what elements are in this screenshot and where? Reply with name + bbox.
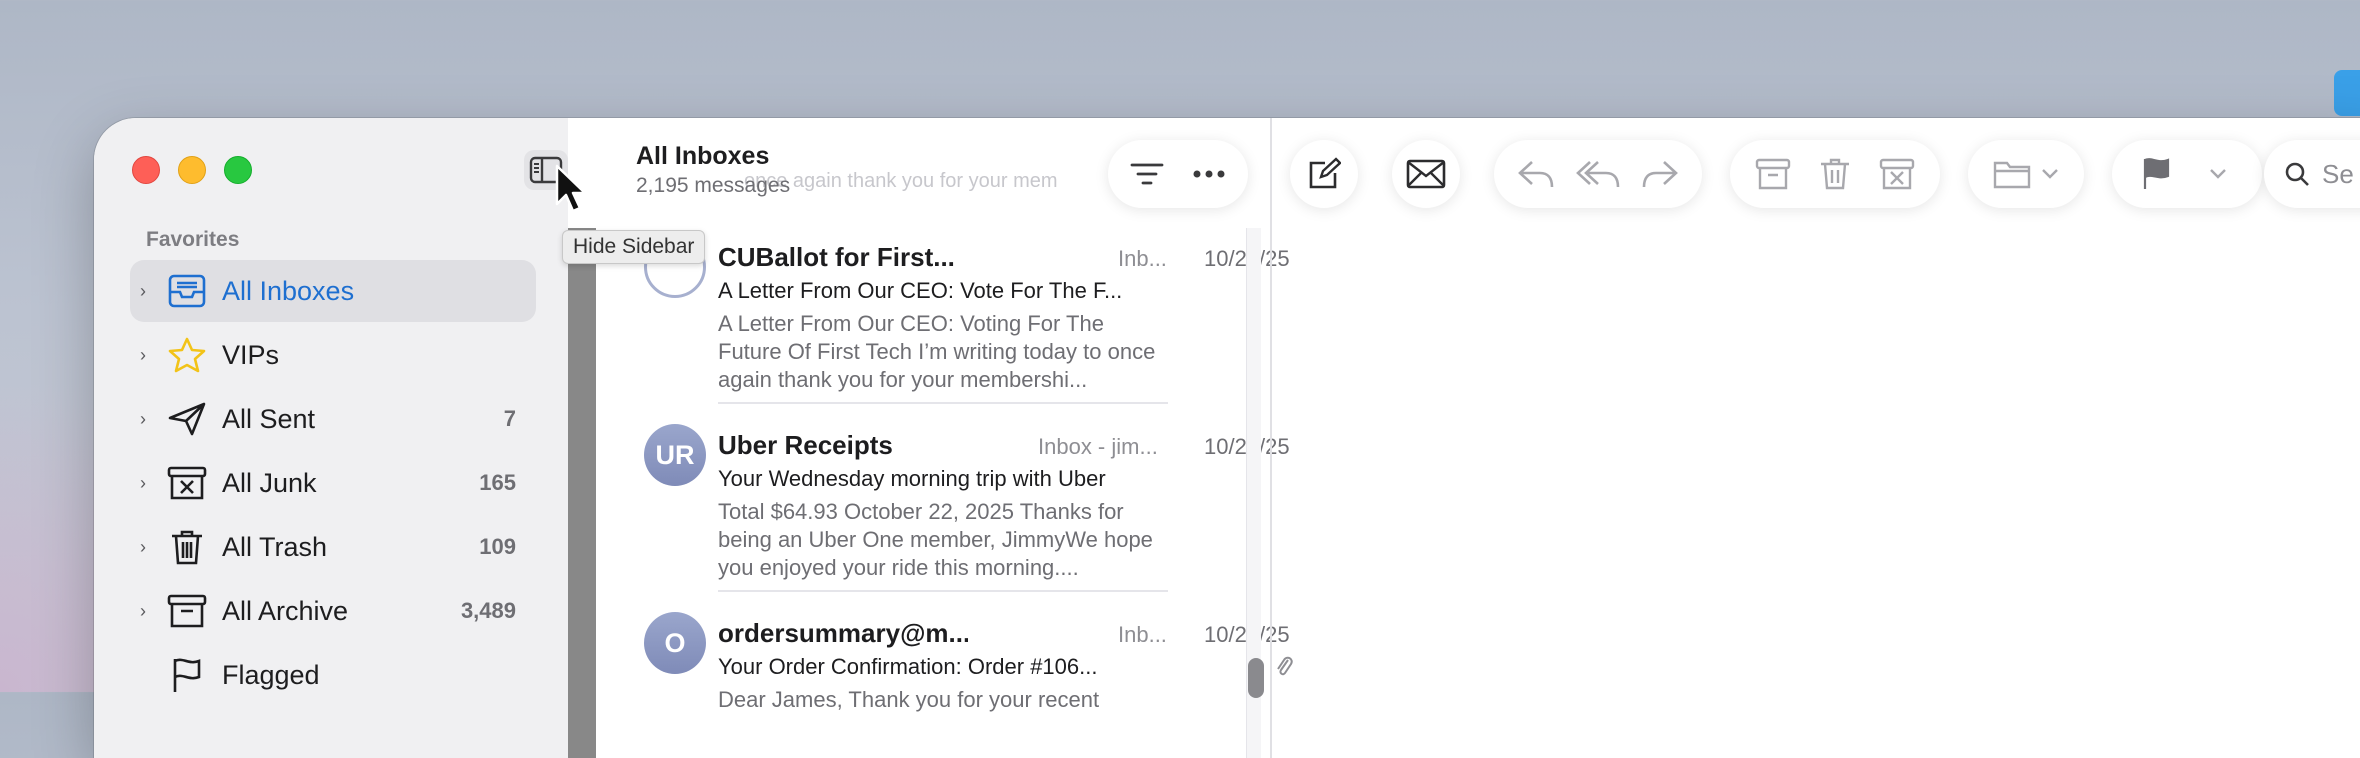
search-field[interactable]: Se (2264, 140, 2360, 208)
search-placeholder: Se (2322, 158, 2354, 189)
archive-button[interactable] (1742, 143, 1804, 205)
sent-count: 7 (503, 406, 516, 431)
message-separator (718, 590, 1168, 592)
tray-icon (164, 271, 210, 311)
delete-button[interactable] (1804, 143, 1866, 205)
flag-options-button[interactable] (2187, 143, 2249, 205)
message-list-scroll-thumb[interactable] (1248, 658, 1264, 698)
star-icon (164, 335, 210, 375)
folder-icon (1993, 161, 2031, 189)
message-sender: ordersummary@m... (718, 618, 968, 648)
trash-icon (1821, 158, 1849, 190)
message-separator (718, 402, 1168, 404)
search-icon (2285, 162, 2309, 186)
message-preview: Total $64.93 October 22, 2025 Thanks for… (718, 499, 1153, 580)
junk-icon (164, 463, 210, 503)
chevron-right-icon[interactable]: › (140, 409, 158, 430)
delete-toolbar-group (1730, 140, 1940, 208)
filter-button[interactable] (1116, 143, 1178, 205)
chevron-right-icon[interactable]: › (140, 537, 158, 558)
message-subject: A Letter From Our CEO: Vote For The F... (718, 278, 1123, 303)
chevron-down-icon (2042, 169, 2058, 179)
flag-toolbar-group (2112, 140, 2262, 208)
archive-icon (1755, 158, 1791, 190)
attachment-icon (1274, 652, 1294, 685)
message-sender: CUBallot for First... (718, 242, 955, 272)
list-toolbar (1108, 140, 1248, 208)
junk-icon (1879, 158, 1915, 190)
avatar: O (644, 612, 706, 674)
move-to-mailbox-button[interactable] (1968, 140, 2084, 208)
list-title: All Inboxes (636, 142, 770, 170)
avatar: UR (644, 424, 706, 486)
sidebar: Favorites › All Inboxes › VIPs › All Sen… (94, 118, 568, 758)
sidebar-item-label: All Trash (222, 531, 328, 562)
zoom-window-button[interactable] (224, 156, 252, 184)
chevron-right-icon[interactable]: › (140, 281, 158, 302)
reply-all-icon (1576, 161, 1620, 188)
sidebar-scrollbar[interactable] (568, 228, 596, 758)
forward-icon (1642, 161, 1678, 188)
message-mailbox: Inb... (1118, 246, 1167, 271)
sidebar-item-label: All Junk (222, 467, 317, 498)
message-subject: Your Wednesday morning trip with Uber (718, 466, 1106, 491)
envelope-icon (1406, 159, 1446, 189)
flag-button[interactable] (2125, 143, 2187, 205)
message-mailbox: Inb... (1118, 622, 1167, 647)
compose-icon (1309, 157, 1341, 189)
desktop-folder-icon[interactable] (2334, 70, 2360, 116)
message-subject: Your Order Confirmation: Order #106... (718, 654, 1098, 679)
junk-count: 165 (479, 470, 516, 495)
sidebar-item-label: All Archive (222, 595, 349, 626)
close-window-button[interactable] (132, 156, 160, 184)
favorites-header: Favorites (146, 228, 240, 251)
archive-icon (164, 591, 210, 631)
sidebar-item-label: All Inboxes (222, 275, 355, 306)
sidebar-item-flagged[interactable]: Flagged (130, 644, 536, 706)
compose-button[interactable] (1290, 140, 1358, 208)
sidebar-item-all-inboxes[interactable]: › All Inboxes (130, 260, 536, 322)
sidebar-item-vips[interactable]: › VIPs (130, 324, 536, 386)
reply-icon (1518, 161, 1554, 188)
hide-sidebar-tooltip: Hide Sidebar (562, 230, 706, 264)
forward-button[interactable] (1629, 143, 1691, 205)
filter-icon (1130, 163, 1164, 185)
chevron-right-icon[interactable]: › (140, 473, 158, 494)
archive-count: 3,489 (460, 598, 516, 623)
sidebar-item-label: All Sent (222, 403, 316, 434)
trash-count: 109 (479, 534, 516, 559)
mouse-cursor-icon (555, 164, 587, 213)
chevron-right-icon[interactable]: › (140, 345, 158, 366)
sidebar-item-all-archive[interactable]: › All Archive 3,489 (130, 580, 536, 642)
chevron-down-icon (2210, 169, 2226, 179)
sidebar-item-all-sent[interactable]: › All Sent 7 (130, 388, 536, 450)
trash-icon (164, 527, 210, 567)
mail-window: Favorites › All Inboxes › VIPs › All Sen… (94, 118, 2360, 758)
get-mail-button[interactable] (1392, 140, 1460, 208)
message-sender: Uber Receipts (718, 430, 893, 460)
message-preview: Dear James, Thank you for your recent (718, 687, 1100, 712)
message-count: 2,195 messages (636, 174, 791, 197)
message-preview: A Letter From Our CEO: Voting For The Fu… (718, 311, 1156, 392)
flag-icon (164, 655, 210, 695)
reply-toolbar-group (1494, 140, 1702, 208)
reply-button[interactable] (1505, 143, 1567, 205)
message-mailbox: Inbox - jim... (1038, 434, 1158, 459)
paperplane-icon (164, 399, 210, 439)
junk-button[interactable] (1866, 143, 1928, 205)
more-button[interactable] (1178, 143, 1240, 205)
sidebar-item-label: Flagged (222, 659, 320, 690)
ellipsis-icon (1193, 170, 1225, 178)
sidebar-item-label: VIPs (222, 339, 280, 370)
scrolled-ghost-text: once again thank you for your mem (744, 170, 1058, 192)
flag-icon (2143, 158, 2170, 189)
sidebar-item-all-junk[interactable]: › All Junk 165 (130, 452, 536, 514)
pane-divider[interactable] (1270, 118, 1272, 758)
chevron-right-icon[interactable]: › (140, 601, 158, 622)
minimize-window-button[interactable] (178, 156, 206, 184)
reply-all-button[interactable] (1567, 143, 1629, 205)
sidebar-item-all-trash[interactable]: › All Trash 109 (130, 516, 536, 578)
